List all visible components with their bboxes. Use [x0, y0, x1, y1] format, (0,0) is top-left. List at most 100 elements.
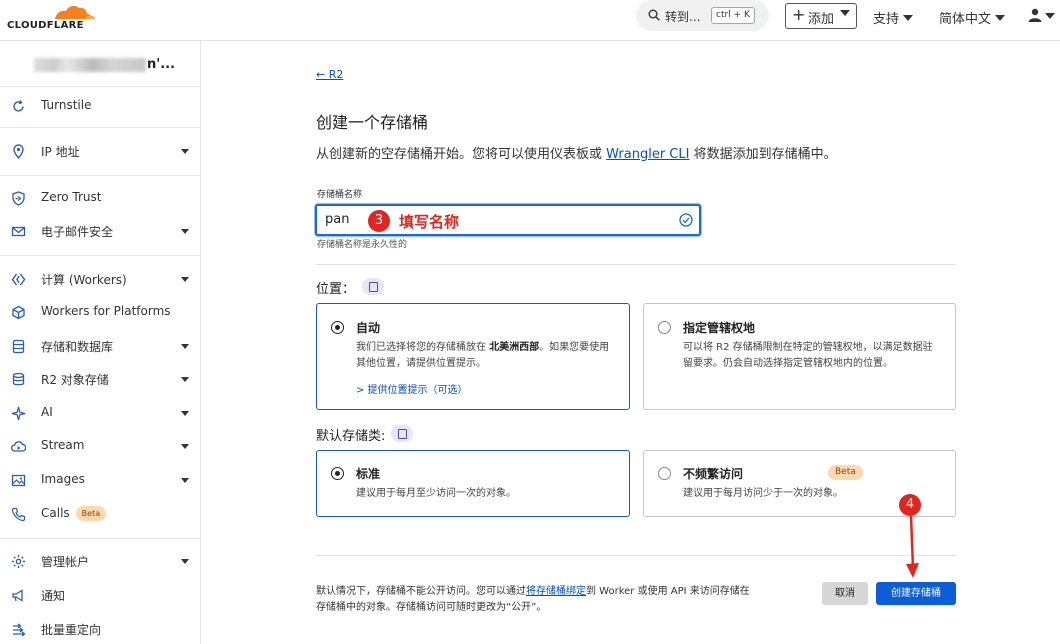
- phone-icon: [11, 507, 26, 522]
- user-icon: [1028, 8, 1042, 22]
- sidebar-item-label: 存储和数据库: [41, 340, 114, 354]
- location-region: 北美洲西部: [489, 342, 540, 353]
- chevron-down-icon: [181, 344, 189, 349]
- page-title: 创建一个存储桶: [316, 113, 429, 132]
- cancel-button[interactable]: 取消: [822, 582, 868, 605]
- account-switcher[interactable]: n'...: [34, 56, 176, 74]
- ai-sparkle-icon: [11, 406, 26, 421]
- sidebar-item-manage-account[interactable]: 管理帐户: [0, 550, 200, 576]
- sidebar-item-zero-trust[interactable]: Zero Trust: [0, 187, 200, 213]
- sidebar-divider: [0, 255, 200, 256]
- annotation-step-4: 4: [899, 494, 921, 516]
- sidebar-item-label: Turnstile: [41, 98, 92, 112]
- sidebar-item-compute-workers[interactable]: 计算 (Workers): [0, 268, 200, 294]
- location-auto-radio[interactable]: [331, 321, 344, 334]
- sidebar-item-label: AI: [41, 405, 53, 419]
- public-access-note: 默认情况下，存储桶不能公开访问。您可以通过将存储桶绑定到 Worker 或使用 …: [316, 584, 756, 616]
- location-auto-title: 自动: [356, 321, 381, 335]
- chevron-down-icon: [181, 149, 189, 154]
- turnstile-icon: [13, 100, 24, 112]
- sidebar-item-calls[interactable]: Calls Beta: [0, 503, 200, 529]
- sidebar-item-turnstile[interactable]: Turnstile: [0, 95, 200, 121]
- sidebar-item-stream[interactable]: Stream: [0, 435, 200, 461]
- chevron-down-icon: [181, 229, 189, 234]
- sidebar-item-notifications[interactable]: 通知: [0, 584, 200, 610]
- top-bar: CLOUDFLARE 转到... ctrl + K + 添加 支持 简体中文: [0, 0, 1060, 41]
- bucket-name-value: pan: [325, 212, 350, 227]
- sidebar-item-ai[interactable]: AI: [0, 402, 200, 428]
- language-label: 简体中文: [939, 12, 992, 27]
- support-menu[interactable]: 支持: [873, 8, 914, 27]
- annotation-step-3-text: 填写名称: [399, 213, 460, 231]
- sidebar-item-label: 计算 (Workers): [41, 273, 127, 287]
- add-button[interactable]: + 添加: [785, 3, 857, 29]
- plus-icon: +: [792, 5, 806, 24]
- storage-infrequent-radio[interactable]: [658, 467, 671, 480]
- sidebar-item-label: R2 对象存储: [41, 373, 109, 387]
- back-link[interactable]: ← R2: [316, 68, 343, 81]
- sidebar-item-label: 电子邮件安全: [41, 225, 114, 239]
- create-bucket-button[interactable]: 创建存储桶: [876, 582, 956, 605]
- sidebar-item-bulk-redirects[interactable]: 批量重定向: [0, 618, 200, 644]
- logo-text: CLOUDFLARE: [7, 20, 84, 31]
- search-icon: [648, 9, 660, 21]
- sidebar-divider: [0, 175, 200, 176]
- location-jurisdiction-card[interactable]: 指定管辖权地 可以将 R2 存储桶限制在特定的管辖权地，以满足数据驻留要求。仍会…: [643, 303, 956, 410]
- info-icon[interactable]: [362, 278, 384, 295]
- user-menu[interactable]: [1028, 8, 1055, 24]
- wrangler-cli-link[interactable]: Wrangler CLI: [606, 147, 689, 162]
- location-jurisdiction-radio[interactable]: [658, 321, 671, 334]
- storage-standard-card[interactable]: 标准 建议用于每月至少访问一次的对象。: [316, 450, 630, 517]
- sidebar-item-label: IP 地址: [41, 145, 80, 159]
- storage-infrequent-title: 不频繁访问: [683, 467, 744, 481]
- account-name-redacted: [34, 58, 146, 72]
- sidebar-item-ip-addresses[interactable]: IP 地址: [0, 140, 200, 166]
- cloud-icon: [11, 441, 26, 452]
- megaphone-icon: [12, 589, 23, 602]
- beta-badge: Beta: [828, 465, 863, 480]
- annotation-arrow-icon: [906, 516, 919, 578]
- database-icon: [12, 372, 25, 386]
- language-menu[interactable]: 简体中文: [939, 8, 1006, 27]
- sidebar-item-label: 批量重定向: [41, 623, 102, 637]
- mail-icon: [11, 226, 26, 237]
- sidebar-divider: [0, 127, 200, 128]
- info-icon[interactable]: [391, 425, 413, 442]
- sidebar-item-label: Images: [41, 472, 85, 486]
- cloudflare-logo[interactable]: CLOUDFLARE: [7, 3, 97, 37]
- chevron-down-icon: [840, 10, 850, 16]
- sidebar-item-workers-for-platforms[interactable]: Workers for Platforms: [0, 301, 200, 327]
- sidebar: n'... Turnstile IP 地址 Zero Trust 电子邮件安全 …: [0, 41, 201, 644]
- sidebar-item-email-security[interactable]: 电子邮件安全: [0, 220, 200, 246]
- section-divider: [315, 555, 956, 556]
- bind-bucket-link[interactable]: 将存储桶绑定: [526, 586, 586, 597]
- sidebar-item-label: 管理帐户: [41, 555, 90, 569]
- sidebar-item-storage-databases[interactable]: 存储和数据库: [0, 335, 200, 361]
- image-icon: [11, 474, 26, 487]
- sidebar-item-label: Workers for Platforms: [41, 304, 171, 318]
- section-divider: [315, 264, 956, 265]
- check-circle-icon: [679, 213, 693, 227]
- location-auto-card[interactable]: 自动 我们已选择将您的存储桶放在 北美洲西部。如果您要使用其他位置，请提供位置提…: [316, 303, 630, 410]
- account-name-suffix: n'...: [147, 57, 176, 72]
- support-label: 支持: [873, 12, 900, 27]
- sidebar-item-images[interactable]: Images: [0, 469, 200, 495]
- location-pin-icon: [13, 144, 24, 159]
- location-jurisdiction-description: 可以将 R2 存储桶限制在特定的管辖权地，以满足数据驻留要求。仍会自动选择指定管…: [683, 342, 933, 369]
- note-text: 默认情况下，存储桶不能公开访问。您可以通过: [316, 586, 526, 597]
- bucket-name-label: 存储桶名称: [317, 190, 363, 200]
- sidebar-item-label: Calls Beta: [41, 506, 107, 521]
- chevron-down-icon: [181, 277, 189, 282]
- chevron-down-icon: [995, 15, 1006, 21]
- storage-class-label: 默认存储类:: [316, 429, 386, 444]
- storage-standard-radio[interactable]: [331, 467, 344, 480]
- search-input[interactable]: 转到... ctrl + K: [636, 0, 769, 31]
- location-auto-description: 我们已选择将您的存储桶放在 北美洲西部。如果您要使用其他位置，请提供位置提示。: [356, 340, 611, 372]
- location-hint-link[interactable]: > 提供位置提示（可选）: [356, 381, 468, 396]
- sidebar-item-r2[interactable]: R2 对象存储: [0, 368, 200, 394]
- chevron-down-icon: [903, 15, 914, 21]
- storage-standard-description: 建议用于每月至少访问一次的对象。: [356, 488, 516, 499]
- sidebar-item-label: 通知: [41, 589, 66, 603]
- zero-trust-icon: [12, 191, 25, 206]
- sidebar-item-label: Zero Trust: [41, 190, 102, 204]
